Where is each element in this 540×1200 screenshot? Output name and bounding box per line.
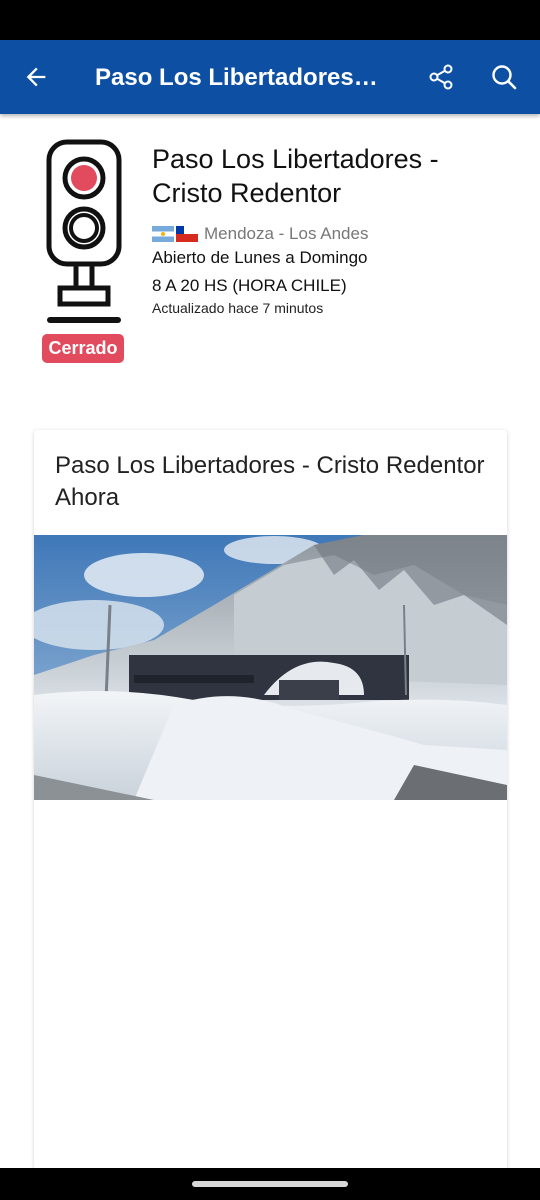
system-nav-bar [0,1168,540,1200]
last-updated: Actualizado hace 7 minutos [152,300,324,316]
traffic-light-icon [46,139,122,323]
home-gesture-handle[interactable] [192,1181,348,1187]
schedule-days: Abierto de Lunes a Domingo [152,248,368,267]
pass-header: Cerrado Paso Los Libertadores - Cristo R… [0,114,540,414]
argentina-flag-icon [152,226,174,242]
search-button[interactable] [484,57,524,97]
route-line: Mendoza - Los Andes [152,224,368,244]
card-title: Paso Los Libertadores - Cristo Redentor … [55,452,485,511]
share-icon [429,64,453,90]
chile-flag-icon [176,226,198,242]
app-bar-title: Paso Los Libertadores - Cristo Redentor [95,64,380,91]
search-icon [492,65,517,90]
arrow-back-icon [26,67,46,87]
status-bar [0,0,540,40]
pass-title: Paso Los Libertadores - Cristo Redentor [152,144,439,208]
route-text: Mendoza - Los Andes [204,224,369,243]
app-bar: Paso Los Libertadores - Cristo Redentor [0,40,540,114]
share-button[interactable] [421,57,461,97]
back-button[interactable] [16,57,56,97]
status-badge: Cerrado [42,334,124,363]
schedule-hours: 8 A 20 HS (HORA CHILE) [152,276,347,295]
border-crossing-photo[interactable] [34,535,507,800]
live-image-card: Paso Los Libertadores - Cristo Redentor … [34,430,507,1170]
